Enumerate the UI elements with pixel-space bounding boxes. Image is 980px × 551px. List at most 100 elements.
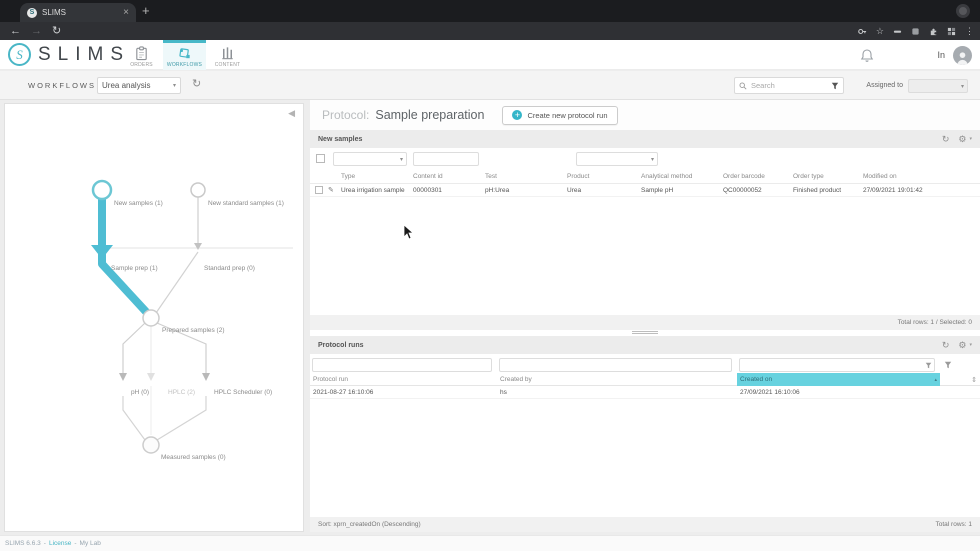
protocol-run-filter-input[interactable] [312, 357, 492, 372]
workflow-select-value: Urea analysis [102, 81, 151, 90]
password-key-icon[interactable] [858, 27, 867, 36]
tab-close-icon[interactable]: × [123, 7, 129, 18]
forward-icon[interactable]: → [31, 25, 42, 37]
nav-label: WORKFLOWS [166, 61, 203, 68]
column-header-product[interactable]: Product [567, 173, 641, 180]
label-standard-prep: Standard prep (0) [204, 265, 255, 272]
workflow-select[interactable]: Urea analysis ▾ [97, 77, 181, 94]
back-icon[interactable]: ← [10, 25, 21, 37]
workflow-refresh-icon[interactable]: ↻ [192, 79, 201, 90]
ph-branch-line [122, 322, 146, 374]
extension-dash-icon[interactable] [893, 27, 902, 36]
create-protocol-run-label: Create new protocol run [527, 110, 608, 120]
hplc-branch-arrow [147, 373, 155, 381]
extension-cube-icon[interactable] [911, 27, 920, 36]
workflow-bar: WORKFLOWS Urea analysis ▾ ↻ Assigned to … [0, 71, 980, 100]
separator: - [74, 540, 77, 547]
select-all-checkbox[interactable] [316, 154, 325, 163]
search-box[interactable] [734, 77, 844, 94]
column-header-content-id[interactable]: Content id [413, 173, 485, 180]
user-name[interactable]: In [937, 50, 945, 60]
nav-item-content[interactable]: CONTENT [206, 40, 249, 70]
browser-menu-icon[interactable]: ⋮ [965, 26, 974, 36]
new-samples-title: New samples [318, 135, 363, 143]
created-by-filter-input[interactable] [499, 357, 732, 372]
refresh-icon[interactable]: ↻ [942, 134, 950, 144]
chevron-down-icon: ▾ [399, 156, 403, 163]
table-row[interactable]: ✎ Urea irrigation sample 00000301 pH:Ure… [310, 184, 980, 197]
node-new-samples[interactable] [91, 179, 113, 201]
new-tab-button[interactable]: + [142, 3, 150, 18]
sort-ascending-icon: ▴ [934, 376, 937, 383]
person-icon [957, 51, 968, 65]
label-prepared-samples: Prepared samples (2) [162, 327, 225, 334]
node-measured-samples[interactable] [142, 436, 160, 454]
gear-icon[interactable]: ⚙ [958, 340, 966, 350]
content-id-filter-input[interactable] [413, 152, 479, 166]
slims-logo-icon: S [8, 43, 31, 66]
extension-grid-icon[interactable] [947, 27, 956, 36]
status-bar: SLIMS 6.6.3 - License - My Lab [0, 535, 980, 551]
browser-tab[interactable]: S SLIMS × [20, 3, 136, 22]
cell-test: pH:Urea [485, 186, 510, 194]
notifications-bell-icon[interactable] [860, 48, 874, 63]
protocol-runs-header-row: Protocol run Created by Created on ▴ ⇕ [310, 373, 980, 386]
column-header-analytical-method[interactable]: Analytical method [641, 173, 723, 180]
column-header-type[interactable]: Type [341, 173, 413, 180]
row-checkbox[interactable] [315, 186, 323, 194]
search-input[interactable] [751, 81, 827, 90]
column-options-icon[interactable]: ⇕ [940, 376, 980, 384]
type-filter-select[interactable]: ▾ [333, 152, 407, 166]
edit-pencil-icon[interactable]: ✎ [328, 186, 341, 194]
chevron-down-icon: ▾ [650, 156, 654, 163]
bookmark-star-icon[interactable]: ☆ [876, 26, 884, 36]
refresh-icon[interactable]: ↻ [942, 340, 950, 350]
filter-funnel-icon[interactable] [944, 361, 952, 369]
section-resize-handle[interactable] [632, 330, 658, 335]
ph-merge-line [122, 396, 146, 441]
assigned-to-label: Assigned to [866, 82, 903, 89]
app-header: S SLIMS ORDERS WORKFLOWS CONTENT In [0, 40, 980, 70]
user-avatar[interactable] [953, 45, 972, 65]
node-new-standard-samples[interactable] [190, 182, 206, 198]
filter-funnel-icon[interactable] [925, 362, 932, 369]
label-hplc: HPLC (2) [168, 389, 195, 396]
protocol-runs-titlebar: Protocol runs ↻ ⚙ ▾ [310, 336, 980, 354]
version-text: SLIMS 6.6.3 [5, 540, 41, 547]
nav-item-workflows[interactable]: WORKFLOWS [163, 40, 206, 70]
cell-type: Urea irrigation sample [341, 186, 405, 194]
column-header-protocol-run[interactable]: Protocol run [310, 376, 497, 383]
column-header-created-on[interactable]: Created on ▴ [737, 373, 940, 386]
filter-funnel-icon[interactable] [831, 82, 839, 90]
orders-clipboard-icon [136, 45, 147, 60]
profile-badge-icon[interactable] [956, 4, 970, 18]
nav-item-orders[interactable]: ORDERS [120, 40, 163, 70]
cell-product: Urea [567, 186, 582, 194]
column-header-order-type[interactable]: Order type [793, 173, 863, 180]
assigned-to-select[interactable]: ▾ [908, 79, 968, 93]
gear-icon[interactable]: ⚙ [958, 134, 966, 144]
cell-order-type: Finished product [793, 186, 842, 194]
node-prepared-samples[interactable] [142, 309, 160, 327]
column-header-test[interactable]: Test [485, 173, 567, 180]
table-row[interactable]: 2021-08-27 16:10:06 hs 27/09/2021 16:10:… [310, 386, 980, 399]
nav-label: CONTENT [214, 61, 241, 68]
cell-order-barcode: QC00000052 [723, 186, 762, 194]
reload-icon[interactable]: ↻ [52, 25, 61, 37]
extensions-puzzle-icon[interactable] [929, 27, 938, 36]
workflow-diagram[interactable]: New samples (1) New standard samples (1)… [5, 104, 303, 531]
total-rows-text: Total rows: 1 / Selected: 0 [897, 319, 972, 326]
create-protocol-run-button[interactable]: + Create new protocol run [502, 105, 618, 125]
plus-icon: + [512, 110, 523, 120]
browser-tabstrip: S SLIMS × + [0, 0, 980, 22]
column-header-created-by[interactable]: Created by [497, 376, 737, 383]
license-link[interactable]: License [49, 540, 71, 547]
label-new-standard-samples: New standard samples (1) [208, 200, 284, 207]
chevron-down-icon: ▾ [969, 136, 972, 142]
content-tubes-icon [222, 46, 233, 59]
column-header-modified-on[interactable]: Modified on [863, 173, 980, 180]
created-on-filter-input[interactable] [739, 357, 935, 372]
cell-analytical-method: Sample pH [641, 186, 674, 194]
product-filter-select[interactable]: ▾ [576, 152, 658, 166]
column-header-order-barcode[interactable]: Order barcode [723, 173, 793, 180]
